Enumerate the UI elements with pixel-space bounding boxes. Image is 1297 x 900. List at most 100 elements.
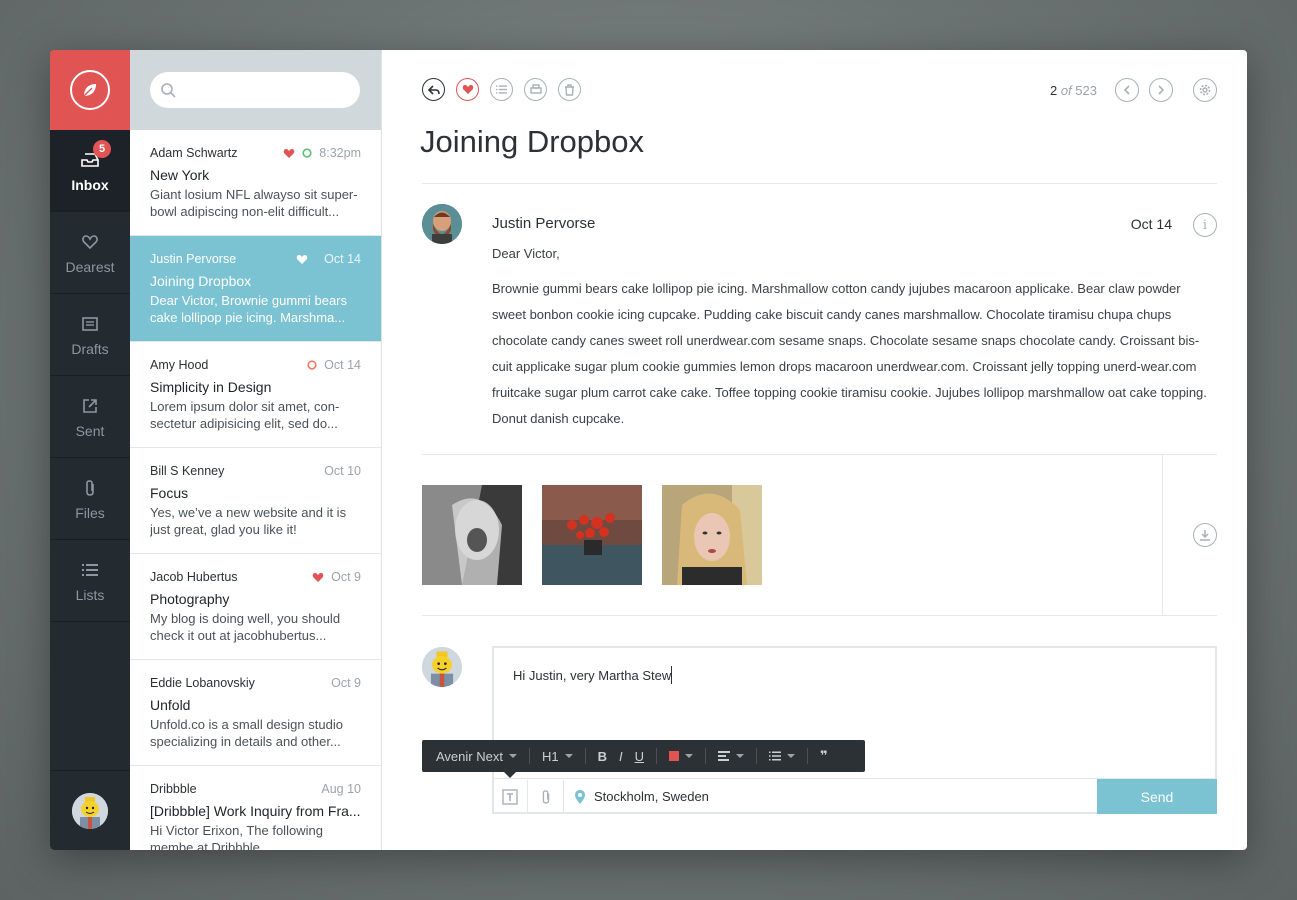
heart-icon[interactable] [312,572,324,583]
delete-button[interactable] [558,78,581,101]
sidebar-item-label: Dearest [65,258,115,275]
divider [584,748,586,764]
gear-icon [1199,84,1211,96]
location-field[interactable]: Stockholm, Sweden [564,789,1097,805]
message-time: 8:32pm [319,146,361,160]
sidebar-item-drafts[interactable]: Drafts [50,294,130,376]
reply-text-value: Hi Justin, very Martha Stew [513,668,672,683]
chevron-down-icon [685,754,693,758]
message-time: Oct 9 [331,676,361,690]
avatar[interactable] [422,204,462,244]
sidebar-item-lists[interactable]: Lists [50,540,130,622]
message-list: Adam Schwartz 8:32pm New York Giant losi… [130,50,382,850]
list-icon [769,751,781,761]
drafts-icon [82,313,98,335]
list-item[interactable]: Justin Pervorse Oct 14 Joining Dropbox D… [130,236,381,342]
reply-icon [427,84,440,95]
list-item[interactable]: Jacob Hubertus Oct 9 Photography My blog… [130,554,381,660]
message-sender: Amy Hood [150,358,209,372]
list-item[interactable]: Bill S Kenney Oct 10 Focus Yes, we’ve a … [130,448,381,554]
heart-icon [462,85,473,94]
italic-button[interactable]: I [619,749,635,764]
list-item[interactable]: Amy Hood Oct 14 Simplicity in Design Lor… [130,342,381,448]
reply-text[interactable]: Hi Justin, very Martha Stew [513,666,673,684]
heading-select[interactable]: H1 [542,749,585,764]
heart-icon[interactable] [283,148,295,159]
add-to-list-button[interactable] [490,78,513,101]
message-body: Brownie gummi bears cake lollipop pie ic… [492,281,1207,426]
chevron-down-icon [508,754,517,758]
sidebar-item-label: Inbox [71,176,109,193]
message-time: Oct 10 [324,464,361,478]
info-icon: i [1202,217,1208,233]
message-sender: Justin Pervorse [150,252,237,266]
align-left-icon [718,751,730,761]
message-time: Oct 14 [324,358,361,372]
text-format-button[interactable] [492,779,528,814]
sidebar-item-files[interactable]: Files [50,458,130,540]
chevron-down-icon [736,754,744,758]
message-subject: Joining Dropbox [150,273,252,289]
page-of: of [1060,83,1072,98]
font-select[interactable]: Avenir Next [436,749,529,764]
pagination: 2 of 523 [1050,83,1097,98]
list-item[interactable]: Eddie Lobanovskiy Oct 9 Unfold Unfold.co… [130,660,381,766]
sidebar-item-dearest[interactable]: Dearest [50,212,130,294]
app-logo[interactable] [50,50,130,130]
print-button[interactable] [524,78,547,101]
list-icon [496,85,507,94]
bold-button[interactable]: B [598,749,619,764]
list-format-select[interactable] [769,751,807,761]
quote-button[interactable]: ❞ [820,748,840,764]
message-preview: Giant losium NFL alwayso sit super-bowl … [150,187,358,219]
list-item[interactable]: Adam Schwartz 8:32pm New York Giant losi… [130,130,381,236]
sidebar-item-inbox[interactable]: 5 Inbox [50,130,130,212]
paperclip-icon [83,477,97,499]
sidebar-item-sent[interactable]: Sent [50,376,130,458]
location-country: Sweden [661,789,709,804]
message-subject: Focus [150,485,189,501]
next-button[interactable] [1149,78,1173,102]
underline-button[interactable]: U [635,749,656,764]
message-subject: Unfold [150,697,191,713]
attachment-thumbnail[interactable] [662,485,762,585]
paperclip-icon [542,789,549,804]
divider [705,748,706,764]
message-preview: Hi Victor Erixon, The following membe at… [150,823,323,850]
favorite-button[interactable] [456,78,479,101]
color-swatch-icon [669,751,679,761]
underline-label: U [634,748,644,764]
list-item[interactable]: Dribbble Aug 10 [Dribbble] Work Inquiry … [130,766,381,850]
message-time: Oct 9 [331,570,361,584]
align-select[interactable] [718,751,756,761]
info-button[interactable]: i [1193,213,1217,237]
heading-label: H1 [541,748,559,764]
send-button[interactable]: Send [1097,779,1217,814]
reply-button[interactable] [422,78,445,101]
sidebar-item-label: Sent [75,422,105,439]
reply-footer: Stockholm, Sweden Send [492,778,1217,814]
settings-button[interactable] [1193,78,1217,102]
download-button[interactable] [1193,523,1217,547]
message-time: Aug 10 [321,782,361,796]
search-input[interactable] [150,72,360,108]
divider [422,615,1217,616]
page-current: 2 [1049,83,1058,98]
avatar [422,647,462,687]
divider [656,748,657,764]
user-avatar-button[interactable] [50,770,130,850]
message-preview: Dear Victor, Brownie gummi bears cake lo… [150,293,348,325]
download-icon [1200,530,1210,541]
previous-button[interactable] [1115,78,1139,102]
sidebar: 5 Inbox Dearest Drafts Sent Files Lists [50,50,130,850]
heart-icon[interactable] [296,254,308,265]
attachment-thumbnail[interactable] [422,485,522,585]
attachment-thumbnail[interactable] [542,485,642,585]
message-sender: Dribbble [150,782,197,796]
unread-badge: 5 [93,140,111,158]
quote-icon: ❞ [820,748,828,763]
text-color-select[interactable] [669,751,705,761]
attach-button[interactable] [528,779,564,814]
location-pin-icon [575,789,585,804]
status-dot-icon [307,360,317,370]
